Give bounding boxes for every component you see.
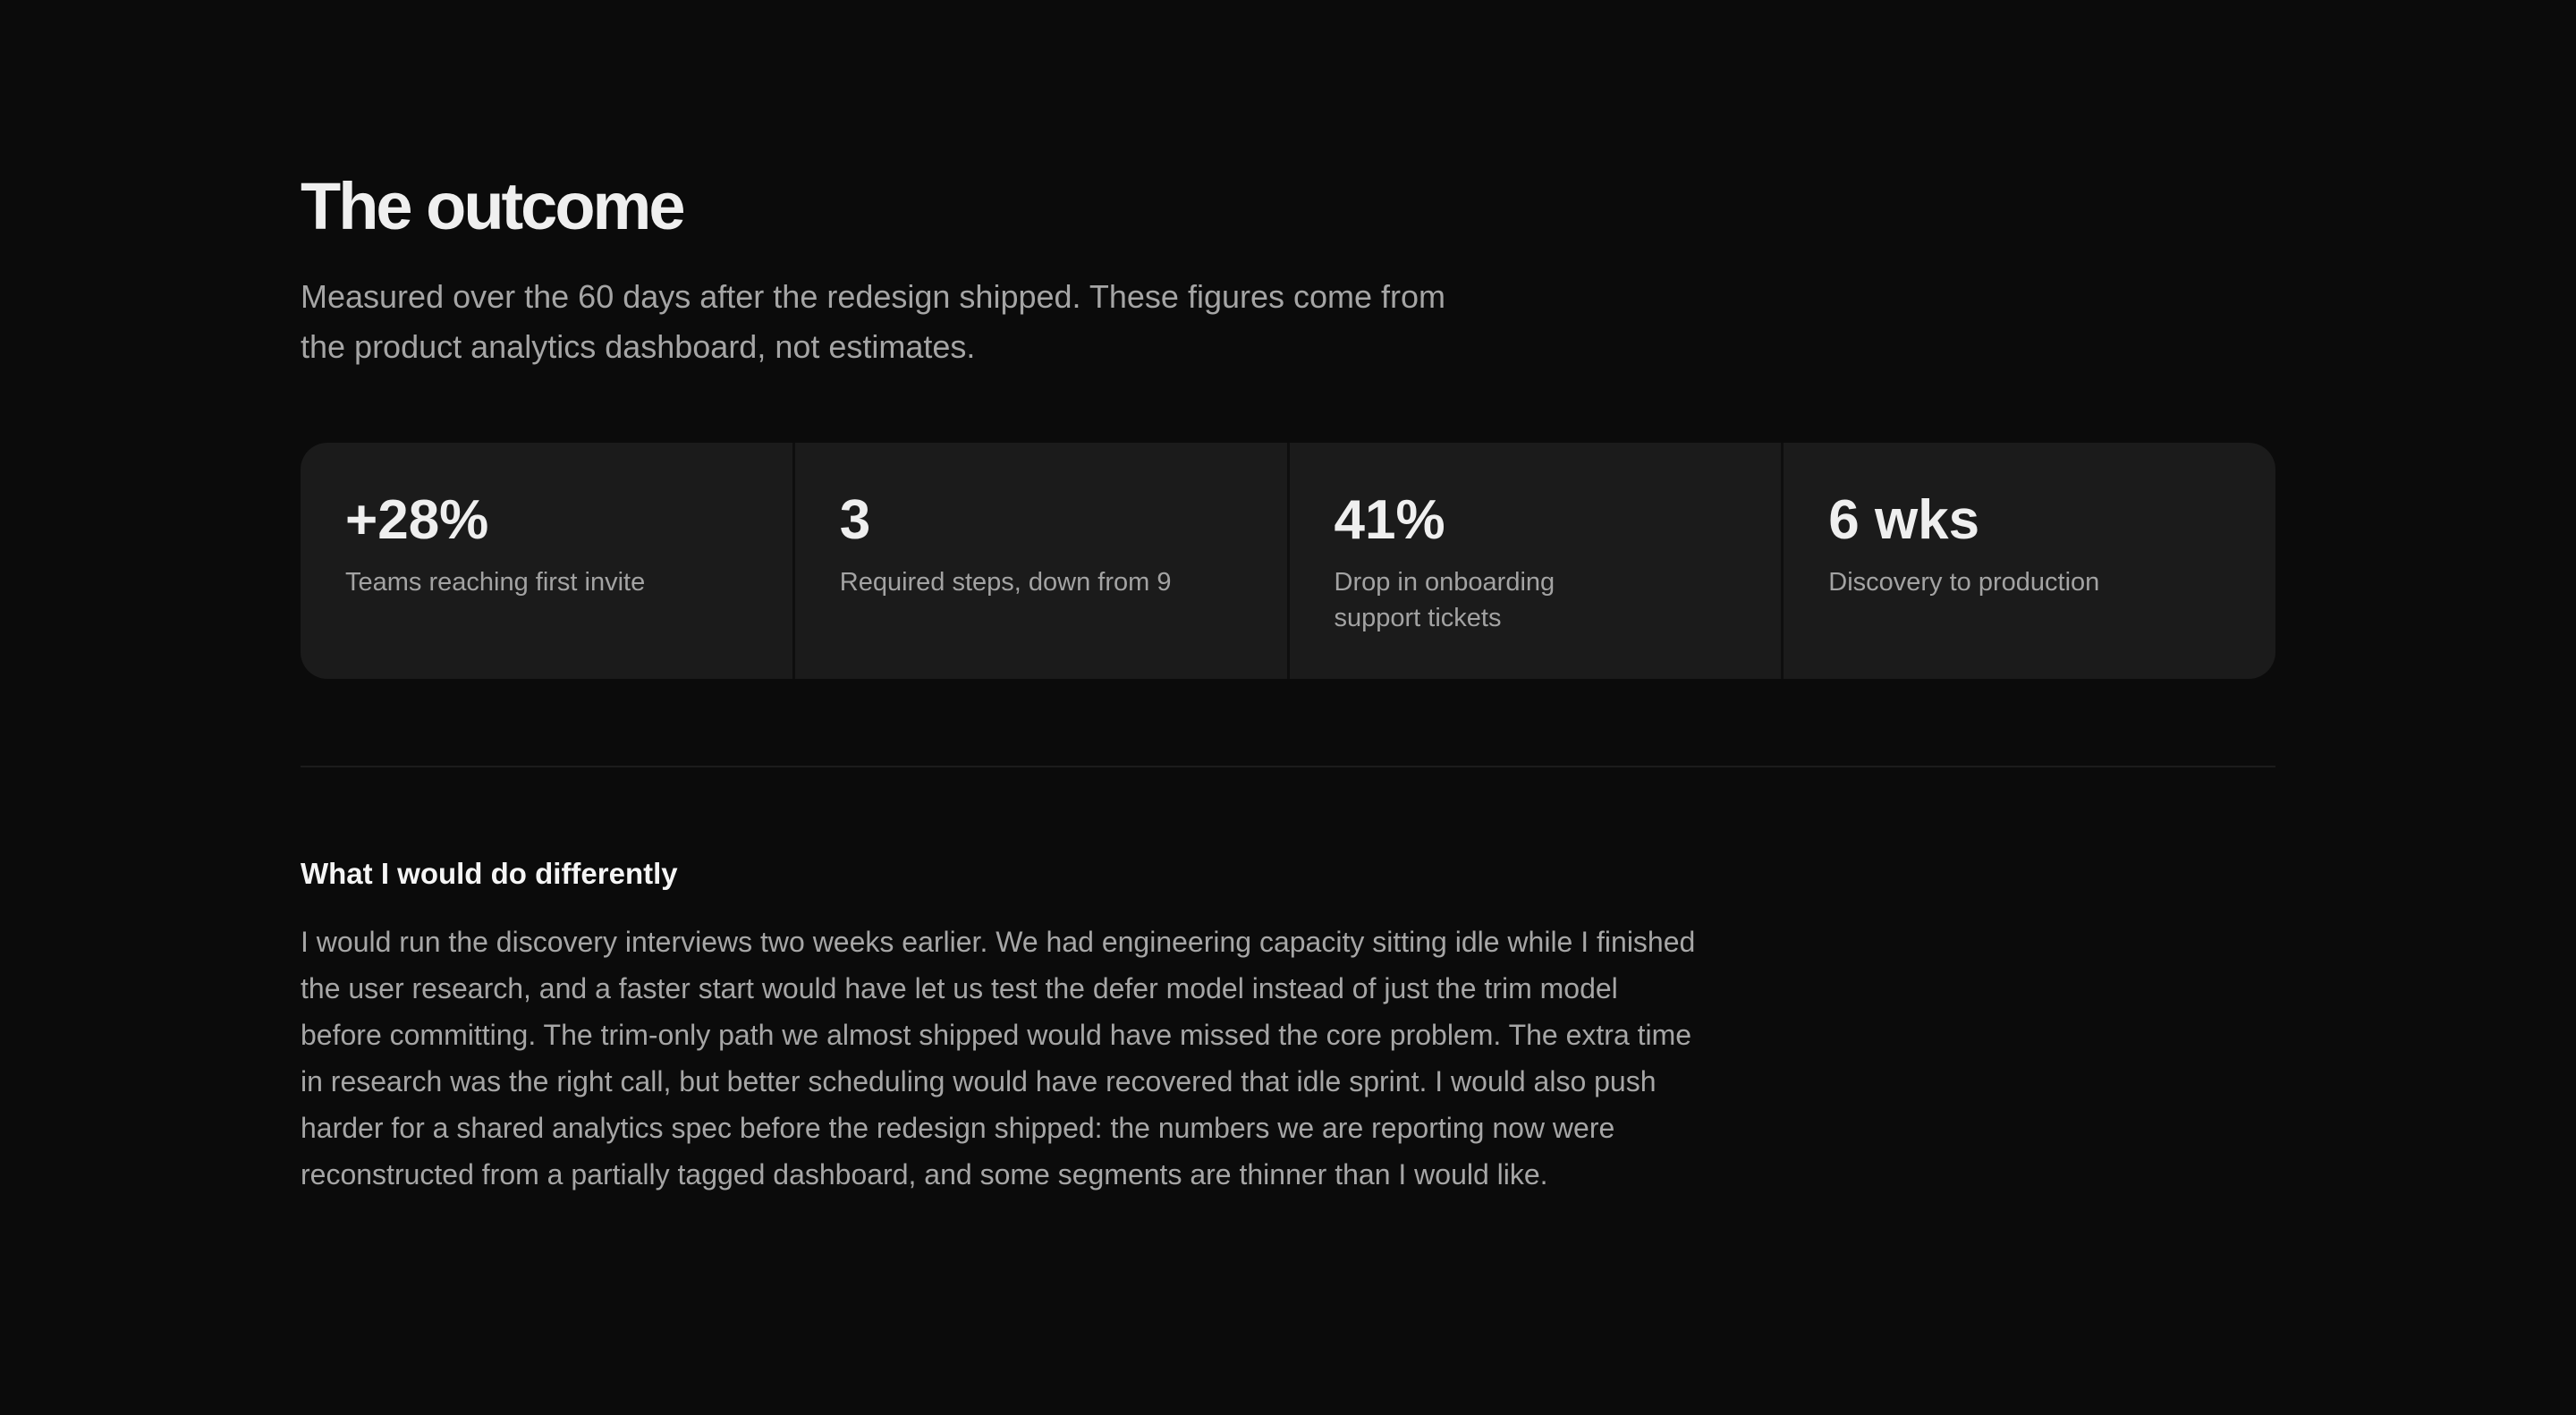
section-divider [301,766,2275,767]
stat-label: Discovery to production [1828,568,2100,597]
stat-support-tickets: 41% Drop in onboarding support tickets [1286,443,1782,679]
stat-label: Drop in onboarding support tickets [1334,568,1555,632]
stat-value: 6 wks [1828,489,1980,551]
stat-value: 41% [1334,489,1445,551]
stat-discovery-to-production: 6 wks Discovery to production [1781,443,2275,679]
stat-value: +28% [345,489,489,551]
stat-value: 3 [839,489,871,551]
stat-label: Teams reaching first invite [345,568,646,597]
stat-label: Required steps, down from 9 [839,568,1172,597]
section-title: The outcome [301,169,685,243]
stat-required-steps: 3 Required steps, down from 9 [792,443,1287,679]
stat-teams-first-invite: +28% Teams reaching first invite [301,443,792,679]
reflection-body: I would run the discovery interviews two… [301,926,1696,1190]
section-lede: Measured over the 60 days after the rede… [301,278,1446,365]
stats-card: +28% Teams reaching first invite 3 Requi… [301,443,2275,679]
reflection-heading: What I would do differently [301,857,678,890]
